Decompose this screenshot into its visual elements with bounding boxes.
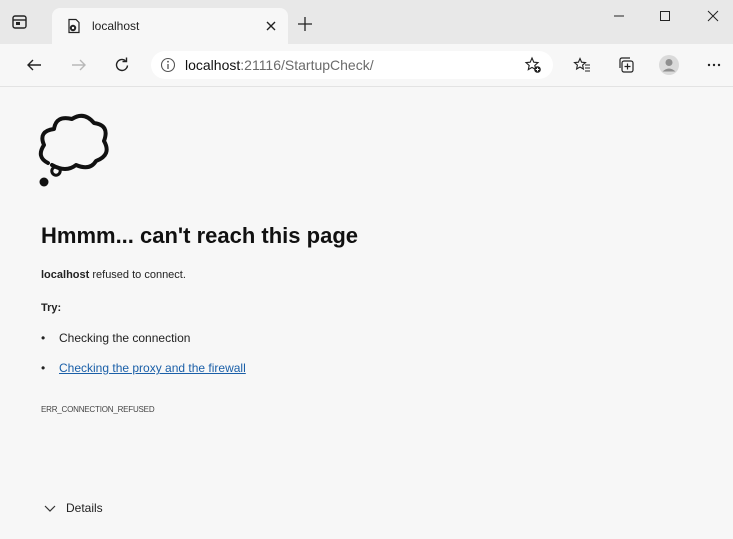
details-toggle[interactable]: Details bbox=[44, 501, 103, 515]
error-message-text: refused to connect. bbox=[89, 269, 186, 281]
url-host: localhost bbox=[185, 57, 241, 73]
bullet: • bbox=[41, 331, 46, 345]
proxy-firewall-link[interactable]: Checking the proxy and the firewall bbox=[59, 361, 246, 375]
error-message: localhost refused to connect. bbox=[41, 269, 186, 281]
collections-icon[interactable] bbox=[612, 50, 642, 80]
address-bar[interactable]: localhost:21116/StartupCheck/ bbox=[151, 51, 553, 79]
thought-cloud-icon bbox=[38, 111, 110, 189]
favorites-icon[interactable] bbox=[567, 50, 597, 80]
maximize-icon[interactable] bbox=[642, 0, 688, 32]
plus-icon[interactable] bbox=[292, 11, 318, 37]
suggestion-text: Checking the connection bbox=[59, 331, 191, 345]
navigation-toolbar: localhost:21116/StartupCheck/ bbox=[0, 44, 733, 87]
tab-title: localhost bbox=[92, 19, 140, 33]
error-host: localhost bbox=[41, 269, 90, 281]
bullet: • bbox=[41, 361, 46, 375]
tab-actions-icon[interactable] bbox=[10, 12, 30, 32]
minimize-icon[interactable] bbox=[596, 0, 642, 32]
refresh-icon[interactable] bbox=[107, 50, 137, 80]
add-favorite-icon[interactable] bbox=[524, 56, 542, 74]
back-arrow-icon[interactable] bbox=[19, 50, 49, 80]
error-code: ERR_CONNECTION_REFUSED bbox=[41, 405, 155, 414]
suggestion-item: • Checking the proxy and the firewall bbox=[41, 361, 246, 375]
url-text[interactable]: localhost:21116/StartupCheck/ bbox=[185, 57, 374, 73]
active-tab[interactable]: localhost bbox=[52, 8, 288, 44]
error-heading: Hmmm... can't reach this page bbox=[41, 223, 358, 248]
info-icon[interactable] bbox=[160, 57, 176, 73]
suggestion-item: • Checking the connection bbox=[41, 331, 190, 345]
url-path: :21116/StartupCheck/ bbox=[240, 57, 374, 73]
close-icon[interactable] bbox=[260, 15, 282, 37]
window-close-icon[interactable] bbox=[690, 0, 733, 32]
chevron-down-icon bbox=[44, 505, 56, 512]
title-bar: localhost bbox=[0, 0, 733, 44]
more-icon[interactable] bbox=[699, 50, 729, 80]
details-label: Details bbox=[66, 501, 103, 515]
try-label: Try: bbox=[41, 302, 62, 314]
page-icon bbox=[66, 18, 82, 34]
forward-arrow-icon[interactable] bbox=[64, 50, 94, 80]
error-page: Hmmm... can't reach this page localhost … bbox=[0, 87, 733, 539]
profile-icon[interactable] bbox=[654, 50, 684, 80]
